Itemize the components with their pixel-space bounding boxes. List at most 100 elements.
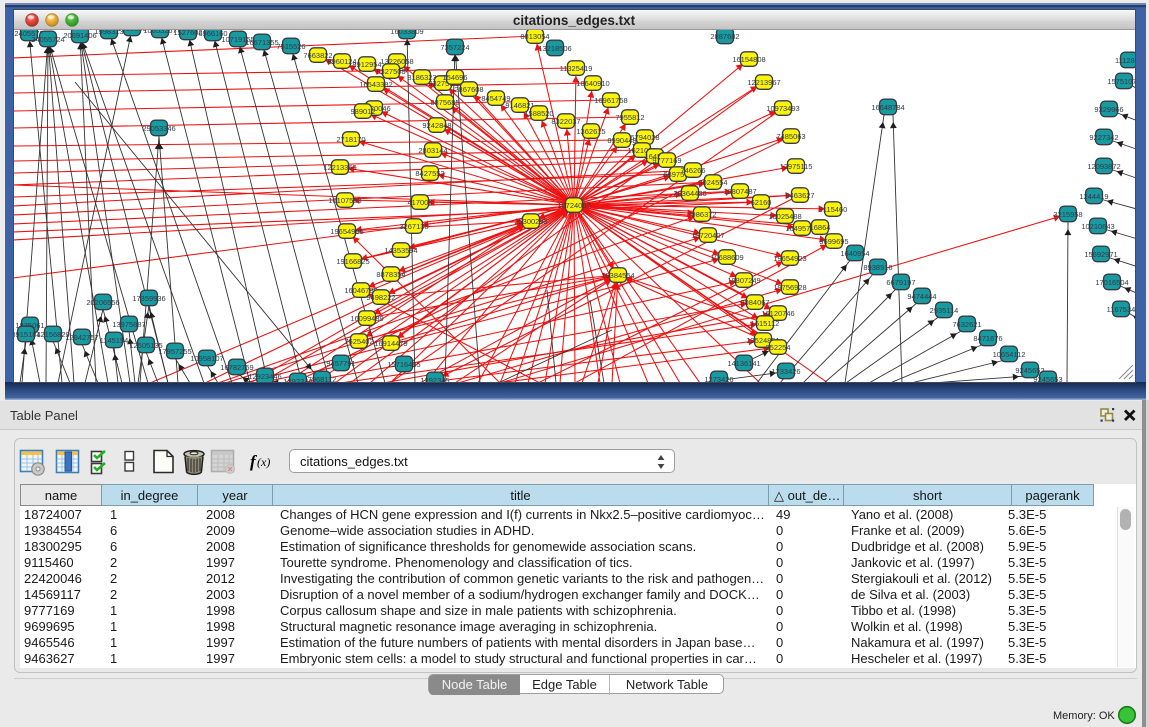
svg-text:7632621: 7632621 <box>952 320 981 329</box>
svg-text:20364436: 20364436 <box>673 189 706 198</box>
svg-text:16099489: 16099489 <box>350 314 383 323</box>
svg-text:18640910: 18640910 <box>576 79 609 88</box>
svg-text:8875685: 8875685 <box>430 98 459 107</box>
svg-text:9463627: 9463627 <box>785 191 814 200</box>
svg-text:19654923: 19654923 <box>773 254 806 263</box>
svg-text:16864: 16864 <box>810 223 831 232</box>
svg-text:1244419: 1244419 <box>1079 192 1108 201</box>
svg-text:8813054: 8813054 <box>520 32 549 41</box>
svg-text:9474444: 9474444 <box>907 292 936 301</box>
svg-text:9777169: 9777169 <box>652 156 681 165</box>
svg-text:19166825: 19166825 <box>336 257 369 266</box>
svg-text:9329966: 9329966 <box>1094 105 1123 114</box>
svg-text:2803144: 2803144 <box>418 146 447 155</box>
svg-text:62160: 62160 <box>751 198 772 207</box>
svg-text:16648784: 16648784 <box>871 103 904 112</box>
svg-text:29053346: 29053346 <box>142 124 175 133</box>
svg-text:2935114: 2935114 <box>930 306 959 315</box>
svg-text:10654112: 10654112 <box>993 350 1026 359</box>
svg-text:417006: 417006 <box>407 198 432 207</box>
svg-text:6679197: 6679197 <box>886 278 915 287</box>
svg-text:2867608: 2867608 <box>454 85 483 94</box>
svg-text:16914479: 16914479 <box>374 339 407 348</box>
svg-text:8427552: 8427552 <box>415 169 444 178</box>
svg-text:7357224: 7357224 <box>440 43 469 52</box>
svg-text:17957255: 17957255 <box>158 347 191 356</box>
svg-text:14353594: 14353594 <box>384 246 417 255</box>
svg-text:12093872: 12093872 <box>1087 162 1120 171</box>
svg-text:7625402: 7625402 <box>344 337 373 346</box>
svg-text:13975887: 13975887 <box>112 320 145 329</box>
svg-text:19384554: 19384554 <box>601 271 634 280</box>
svg-text:9457791: 9457791 <box>326 359 355 368</box>
svg-text:252254: 252254 <box>765 343 790 352</box>
svg-text:12923446: 12923446 <box>248 372 281 381</box>
svg-text:10210643: 10210643 <box>1081 222 1114 231</box>
svg-text:12213369: 12213369 <box>323 163 356 172</box>
svg-text:3215958: 3215958 <box>1053 210 1082 219</box>
svg-text:12942757: 12942757 <box>65 333 98 342</box>
svg-text:13218506: 13218506 <box>538 44 571 53</box>
svg-text:12975115: 12975115 <box>780 162 813 171</box>
svg-text:746266: 746266 <box>680 166 705 175</box>
svg-text:10025488: 10025488 <box>768 212 801 221</box>
svg-text:1733426: 1733426 <box>771 367 800 376</box>
svg-text:24055724: 24055724 <box>31 35 64 44</box>
svg-text:1167534: 1167534 <box>1107 305 1136 314</box>
svg-text:16961758: 16961758 <box>594 96 627 105</box>
svg-text:2718170: 2718170 <box>336 135 365 144</box>
svg-text:18807249: 18807249 <box>727 276 760 285</box>
svg-text:1362615: 1362615 <box>576 127 605 136</box>
svg-text:8878354: 8878354 <box>376 270 405 279</box>
svg-text:3267130: 3267130 <box>399 222 428 231</box>
svg-text:20206556: 20206556 <box>86 298 119 307</box>
svg-text:8938918: 8938918 <box>863 263 892 272</box>
svg-text:11325419: 11325419 <box>560 64 593 73</box>
svg-text:9327508: 9327508 <box>376 67 405 76</box>
svg-text:1640954: 1640954 <box>840 249 869 258</box>
svg-text:989012: 989012 <box>350 107 375 116</box>
svg-text:1615112: 1615112 <box>751 319 780 328</box>
svg-text:(x): (x) <box>257 455 270 469</box>
svg-text:7955812: 7955812 <box>615 113 644 122</box>
svg-text:10688609: 10688609 <box>710 253 743 262</box>
svg-text:9115460: 9115460 <box>819 205 848 214</box>
svg-text:10973493: 10973493 <box>766 104 799 113</box>
svg-text:15716485: 15716485 <box>387 360 420 369</box>
svg-text:16154808: 16154808 <box>732 55 765 64</box>
svg-text:9242848: 9242848 <box>422 121 451 130</box>
svg-text:19756928: 19756928 <box>773 283 806 292</box>
svg-text:9227342: 9227342 <box>1089 133 1118 142</box>
svg-text:17359936: 17359936 <box>132 294 165 303</box>
svg-text:154696: 154696 <box>442 73 467 82</box>
svg-text:7515526: 7515526 <box>276 42 305 51</box>
svg-text:16671355: 16671355 <box>245 38 278 47</box>
svg-text:1145194: 1145194 <box>100 336 129 345</box>
svg-text:2887682: 2887682 <box>710 32 739 41</box>
svg-text:16782759: 16782759 <box>220 363 253 372</box>
svg-text:14136141: 14136141 <box>727 359 760 368</box>
svg-text:10958107: 10958107 <box>190 354 223 363</box>
svg-text:10807487: 10807487 <box>723 187 756 196</box>
svg-text:6794028: 6794028 <box>630 133 659 142</box>
svg-text:citations_edges.txt: citations_edges.txt <box>513 13 636 28</box>
svg-text:15692971: 15692971 <box>1084 250 1117 259</box>
svg-text:25300293: 25300293 <box>514 217 547 226</box>
svg-text:7986372: 7986372 <box>687 210 716 219</box>
svg-text:16543382: 16543382 <box>359 80 392 89</box>
svg-text:12213967: 12213967 <box>747 78 780 87</box>
svg-text:1588520: 1588520 <box>524 109 553 118</box>
svg-text:9498222: 9498222 <box>366 293 395 302</box>
svg-text:7485063: 7485063 <box>776 132 805 141</box>
svg-text:20691406: 20691406 <box>63 31 96 40</box>
svg-text:9699695: 9699695 <box>819 237 848 246</box>
svg-text:18724007: 18724007 <box>557 201 590 210</box>
svg-text:15720407: 15720407 <box>691 231 724 240</box>
svg-text:8471676: 8471676 <box>973 334 1002 343</box>
svg-text:19654985: 19654985 <box>330 227 363 236</box>
svg-text:3024554: 3024554 <box>698 178 727 187</box>
svg-text:10107553: 10107553 <box>328 196 361 205</box>
svg-text:8322037: 8322037 <box>551 117 580 126</box>
svg-text:9084067: 9084067 <box>740 298 769 307</box>
svg-text:17016504: 17016504 <box>1095 278 1128 287</box>
